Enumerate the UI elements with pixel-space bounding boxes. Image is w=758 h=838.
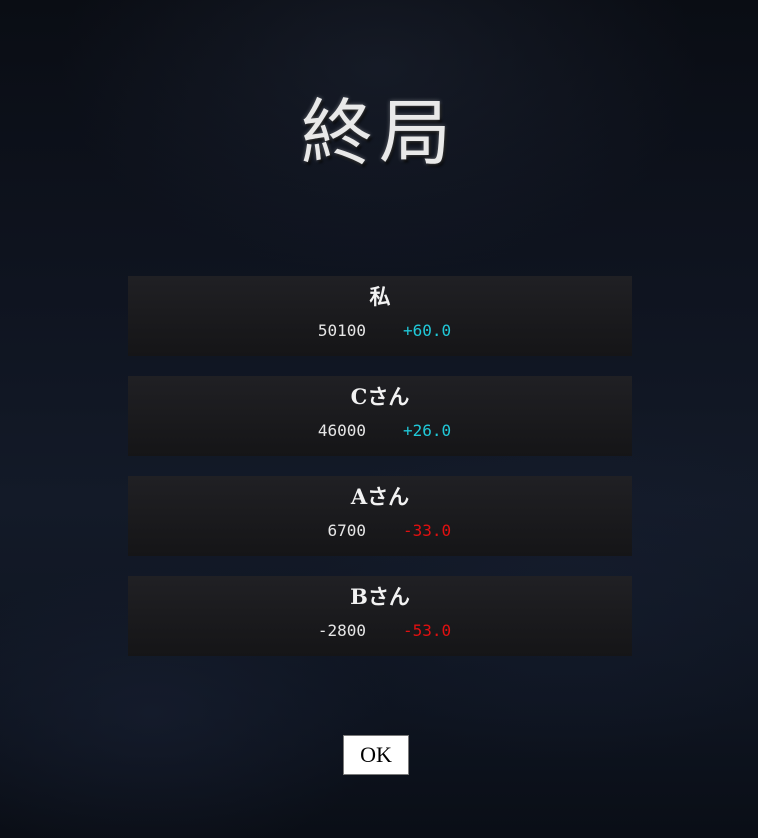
- player-name: Cさん: [350, 384, 410, 409]
- player-result-row: Aさん 6700 -33.0: [128, 476, 632, 556]
- player-score: 46000: [317, 421, 366, 440]
- player-result-row: 私 50100 +60.0: [128, 276, 632, 356]
- player-score: -2800: [317, 621, 366, 640]
- ok-button[interactable]: OK: [343, 735, 409, 775]
- player-score: 50100: [317, 321, 366, 340]
- point-change: +26.0: [403, 421, 452, 440]
- player-result-row: Bさん -2800 -53.0: [128, 576, 632, 656]
- final-results-list: 私 50100 +60.0 Cさん 46000 +26.0 Aさん 6700 -…: [128, 276, 632, 676]
- player-name: Bさん: [350, 584, 410, 609]
- player-result-row: Cさん 46000 +26.0: [128, 376, 632, 456]
- player-name: Aさん: [350, 484, 410, 509]
- player-name: 私: [369, 284, 391, 309]
- point-change: -53.0: [403, 621, 452, 640]
- point-change: -33.0: [403, 521, 452, 540]
- game-over-screen: 終局 私 50100 +60.0 Cさん 46000 +26.0 Aさん 670…: [0, 0, 758, 838]
- player-score: 6700: [327, 521, 366, 540]
- game-over-title: 終局: [300, 91, 457, 175]
- point-change: +60.0: [403, 321, 452, 340]
